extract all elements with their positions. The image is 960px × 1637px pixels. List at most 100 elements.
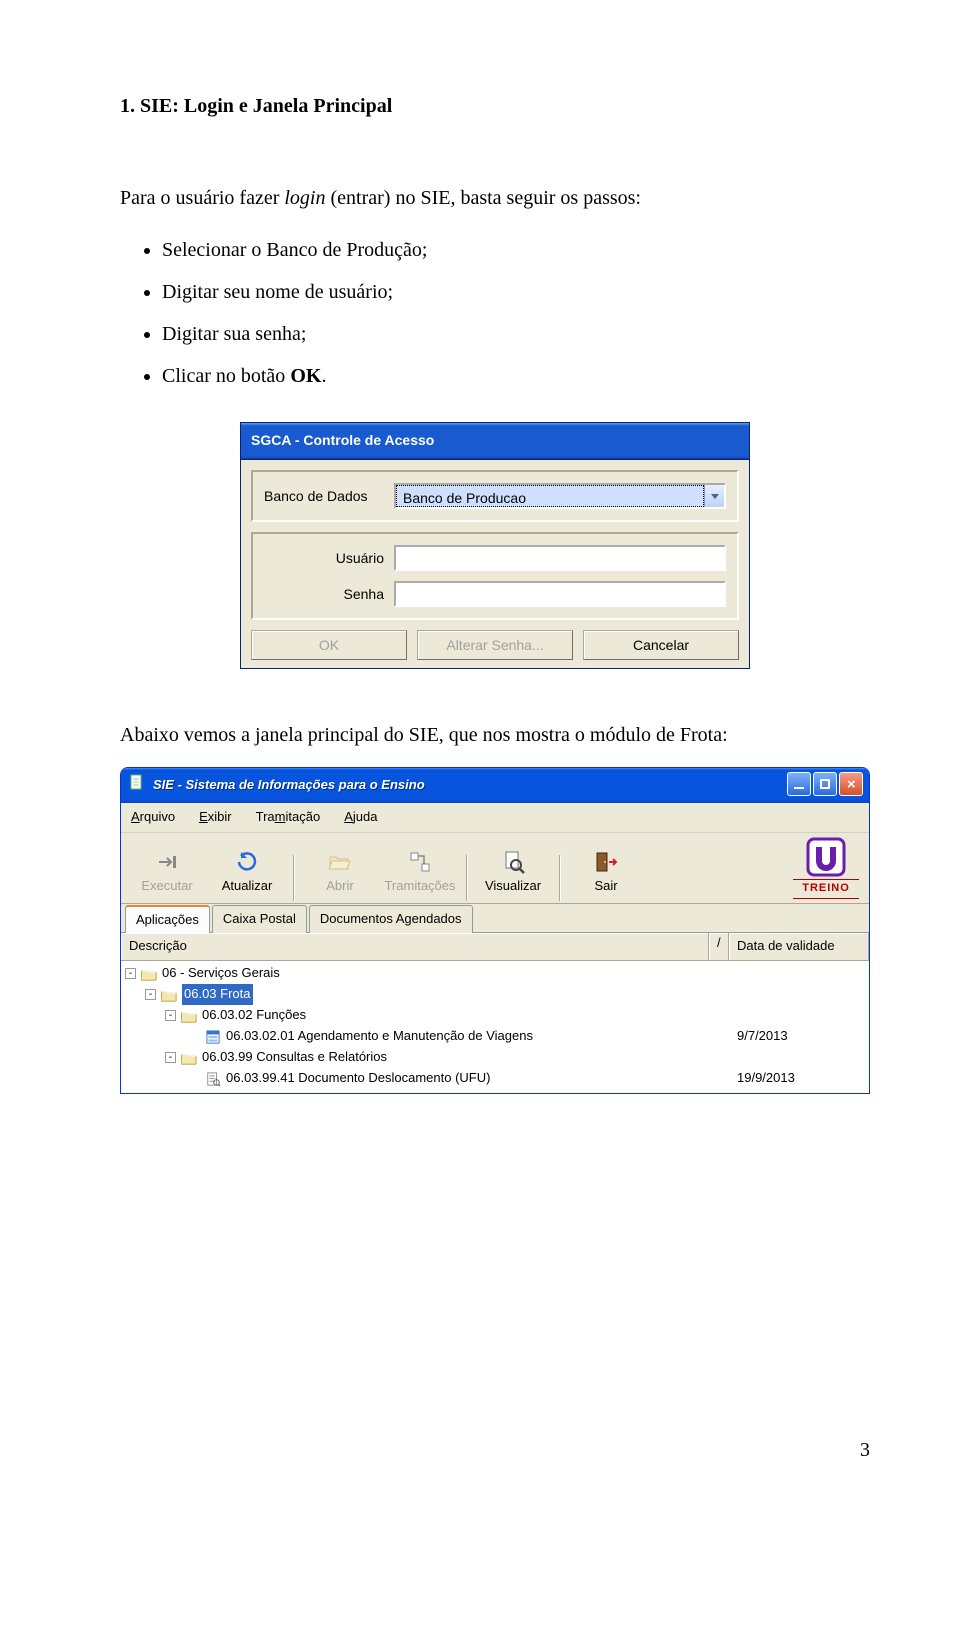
tree-indent (125, 1078, 185, 1079)
step-last-pre: Clicar no botão (162, 365, 290, 387)
steps-list: Selecionar o Banco de Produção; Digitar … (120, 234, 870, 392)
tree-cell-desc: 06.03.02.01 Agendamento e Manutenção de … (125, 1026, 729, 1047)
tree-row[interactable]: 06.03.02.01 Agendamento e Manutenção de … (121, 1026, 869, 1047)
toolbtn-label: Abrir (326, 876, 353, 897)
tree-label: 06.03.99.41 Documento Deslocamento (UFU) (226, 1068, 490, 1089)
label-senha: Senha (264, 583, 394, 605)
combo-dropdown-button[interactable] (704, 485, 724, 507)
window-title: SIE - Sistema de Informações para o Ensi… (153, 775, 425, 796)
col-sort-indicator[interactable]: / (709, 933, 729, 960)
tree-collapse-toggle[interactable]: - (145, 989, 156, 1000)
toolbtn-label: Sair (594, 876, 617, 897)
window-buttons: × (787, 772, 863, 796)
minimize-button[interactable] (787, 772, 811, 796)
step-last-post: . (321, 365, 326, 387)
toolbtn-visualizar[interactable]: Visualizar (473, 845, 553, 901)
folder-icon (180, 1050, 198, 1066)
combo-banco-dados[interactable]: Banco de Producao (394, 483, 726, 509)
maximize-button[interactable] (813, 772, 837, 796)
step-item: Selecionar o Banco de Produção; (162, 234, 870, 266)
login-screenshot: SGCA - Controle de Acesso Banco de Dados… (120, 422, 870, 669)
toolbar: Executar Atualizar Abrir Tramitações (121, 833, 869, 904)
tree-cell-desc: - 06.03.99 Consultas e Relatórios (125, 1047, 729, 1068)
tree-toggle-spacer (185, 1073, 200, 1084)
menubar: Arquivo Exibir Tramitação Ajuda (121, 803, 869, 833)
login-titlebar: SGCA - Controle de Acesso (241, 423, 749, 460)
intro-post: (entrar) no SIE, basta seguir os passos: (326, 187, 642, 209)
tree-label: 06.03.02 Funções (202, 1005, 306, 1026)
toolbtn-label: Atualizar (222, 876, 273, 897)
toolbtn-abrir[interactable]: Abrir (300, 845, 380, 901)
intro-em: login (284, 187, 325, 209)
intro-paragraph: Para o usuário fazer login (entrar) no S… (120, 182, 870, 214)
exit-icon (594, 848, 618, 876)
tabstrip: Aplicações Caixa Postal Documentos Agend… (121, 904, 869, 934)
menu-tramitacao[interactable]: Tramitação (256, 807, 321, 828)
toolbtn-tramitacoes[interactable]: Tramitações (380, 845, 460, 901)
tree-indent (125, 1015, 165, 1016)
tree-row[interactable]: - 06.03.02 Funções (121, 1005, 869, 1026)
tree-label: 06.03.02.01 Agendamento e Manutenção de … (226, 1026, 533, 1047)
menu-tram-post: itação (285, 809, 320, 824)
toolbtn-executar[interactable]: Executar (127, 845, 207, 901)
toolbtn-atualizar[interactable]: Atualizar (207, 845, 287, 901)
magnifier-icon (501, 848, 525, 876)
tree-indent (125, 994, 145, 995)
open-folder-icon (328, 848, 352, 876)
ok-button[interactable]: OK (251, 630, 407, 660)
cancelar-button[interactable]: Cancelar (583, 630, 739, 660)
folder-icon (160, 987, 178, 1003)
label-banco-dados: Banco de Dados (264, 485, 394, 507)
tree-grid: -06 - Serviços Gerais-06.03 Frota-06.03.… (121, 961, 869, 1093)
close-button[interactable]: × (839, 772, 863, 796)
run-icon (155, 848, 179, 876)
sie-window: SIE - Sistema de Informações para o Ensi… (120, 767, 870, 1094)
chevron-down-icon (711, 494, 719, 499)
alterar-senha-button[interactable]: Alterar Senha... (417, 630, 573, 660)
tab-documentos-agendados[interactable]: Documentos Agendados (309, 905, 473, 934)
tree-row[interactable]: - 06.03 Frota (121, 984, 869, 1005)
input-senha[interactable] (394, 581, 726, 607)
tab-aplicacoes[interactable]: Aplicações (125, 905, 210, 934)
grid-header: Descrição / Data de validade (121, 933, 869, 961)
mid-paragraph: Abaixo vemos a janela principal do SIE, … (120, 719, 870, 751)
tree-collapse-toggle[interactable]: - (165, 1010, 176, 1021)
folder-icon (140, 966, 158, 982)
tree-label: 06.03.99 Consultas e Relatórios (202, 1047, 387, 1068)
col-validade[interactable]: Data de validade (729, 933, 869, 960)
combo-value[interactable]: Banco de Producao (396, 485, 704, 507)
tree-cell-desc: -06 - Serviços Gerais (125, 963, 729, 984)
tree-collapse-toggle[interactable]: - (165, 1052, 176, 1063)
tree-row[interactable]: 06.03.99.41 Documento Deslocamento (UFU)… (121, 1068, 869, 1089)
login-body: Banco de Dados Banco de Producao Usuário… (241, 460, 749, 668)
group-database: Banco de Dados Banco de Producao (251, 470, 739, 522)
report-icon (204, 1071, 222, 1087)
sie-body: Arquivo Exibir Tramitação Ajuda Executar… (121, 803, 869, 1093)
toolbtn-label: Visualizar (485, 876, 541, 897)
menu-arquivo[interactable]: Arquivo (131, 807, 175, 828)
minimize-icon (794, 787, 804, 789)
tree-indent (125, 1036, 185, 1037)
toolbtn-sair[interactable]: Sair (566, 845, 646, 901)
toolbtn-label: Tramitações (384, 876, 455, 897)
col-descricao[interactable]: Descrição (121, 933, 709, 960)
menu-tram-pre: Tra (256, 809, 275, 824)
tab-caixa-postal[interactable]: Caixa Postal (212, 905, 307, 934)
tree-cell-date: 9/7/2013 (729, 1026, 869, 1047)
col-descricao-label: Descrição (129, 936, 187, 957)
input-usuario[interactable] (394, 545, 726, 571)
tree-cell-date: 19/9/2013 (729, 1068, 869, 1089)
sie-titlebar: SIE - Sistema de Informações para o Ensi… (121, 768, 869, 803)
step-item: Clicar no botão OK. (162, 360, 870, 392)
menu-tram-und: m (275, 809, 286, 824)
tree-label: 06.03 Frota (182, 984, 253, 1005)
tree-row[interactable]: -06 - Serviços Gerais (121, 963, 869, 984)
group-credentials: Usuário Senha (251, 532, 739, 620)
menu-exibir[interactable]: Exibir (199, 807, 232, 828)
tree-row[interactable]: - 06.03.99 Consultas e Relatórios (121, 1047, 869, 1068)
sie-screenshot: SIE - Sistema de Informações para o Ensi… (120, 767, 870, 1094)
tree-collapse-toggle[interactable]: - (125, 968, 136, 979)
tree-cell-desc: - 06.03 Frota (125, 984, 729, 1005)
step-item: Digitar sua senha; (162, 318, 870, 350)
menu-ajuda[interactable]: Ajuda (344, 807, 377, 828)
